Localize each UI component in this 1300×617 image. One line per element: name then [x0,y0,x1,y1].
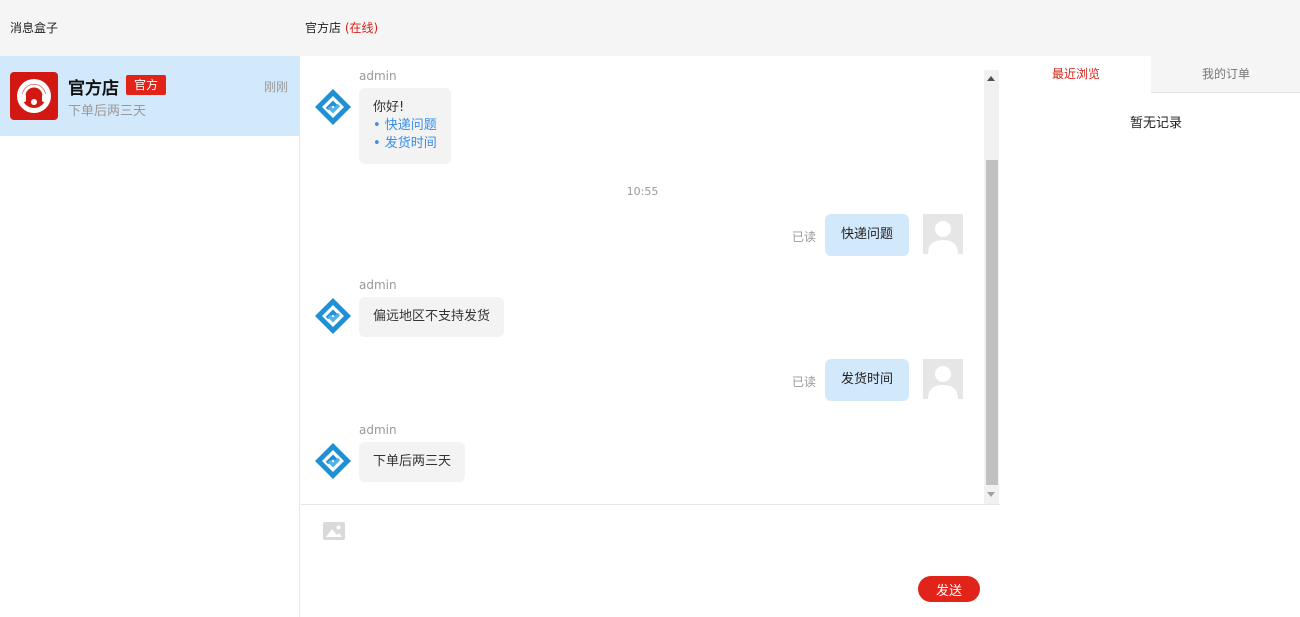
message-bubble: 偏远地区不支持发货 [359,297,505,337]
official-badge: 官方 [126,75,167,95]
top-header: 消息盒子 官方店 (在线) [0,0,1300,56]
sidebar-tabs: 最近浏览 我的订单 [1001,56,1300,93]
user-avatar [923,214,963,254]
read-status: 已读 [792,230,817,244]
info-sidebar: 最近浏览 我的订单 暂无记录 [1001,56,1300,617]
read-status: 已读 [792,375,817,389]
message-bubble: 你好! • 快递问题 • 发货时间 [359,88,451,164]
chat-shop-name: 官方店 [305,21,342,35]
greeting-text: 你好! [373,100,405,115]
chat-panel: admin 你好! • 快递问题 • 发货时间 10:55 已读 快递问题 ad… [301,56,1000,617]
message-composer[interactable]: 发送 [301,504,1000,617]
online-status: (在线) [344,21,379,35]
user-silhouette-icon [928,366,958,399]
conversation-preview: 下单后两三天 [68,104,147,119]
conversation-name: 官方店 [68,79,119,99]
shop-avatar [10,72,58,120]
customer-service-icon [17,79,51,113]
message-sender: admin [359,69,397,83]
user-message-bubble: 发货时间 [825,359,910,401]
empty-records-text: 暂无记录 [1129,116,1182,131]
message-timestamp: 10:55 [626,185,659,198]
message-bubble: 下单后两三天 [359,442,466,482]
conversation-item[interactable]: 官方店 官方 下单后两三天 刚刚 [0,56,299,136]
conversation-list: 官方店 官方 下单后两三天 刚刚 [0,56,300,617]
image-upload-icon[interactable] [323,522,345,540]
user-silhouette-icon [928,221,958,254]
option-link-shipping-time[interactable]: • 发货时间 [373,135,437,153]
user-avatar [923,359,963,399]
message-sender: admin [359,278,397,292]
scrollbar-thumb[interactable] [986,160,998,485]
bot-logo-icon [315,89,351,125]
message-scrollbar[interactable] [984,70,999,504]
tab-my-orders[interactable]: 我的订单 [1151,56,1300,93]
bot-logo-icon [315,298,351,334]
send-button[interactable]: 发送 [918,576,980,602]
option-link-express[interactable]: • 快递问题 [373,117,437,135]
chat-title: 官方店 (在线) [305,19,378,36]
bot-logo-icon [315,443,351,479]
scroll-up-arrow-icon[interactable] [987,76,995,81]
tab-recent-browse[interactable]: 最近浏览 [1001,56,1151,93]
user-message-bubble: 快递问题 [825,214,910,256]
scroll-down-arrow-icon[interactable] [987,492,995,497]
message-sender: admin [359,423,397,437]
message-list[interactable]: admin 你好! • 快递问题 • 发货时间 10:55 已读 快递问题 ad… [301,56,1000,504]
message-box-title: 消息盒子 [10,21,59,35]
conversation-time: 刚刚 [263,80,288,94]
